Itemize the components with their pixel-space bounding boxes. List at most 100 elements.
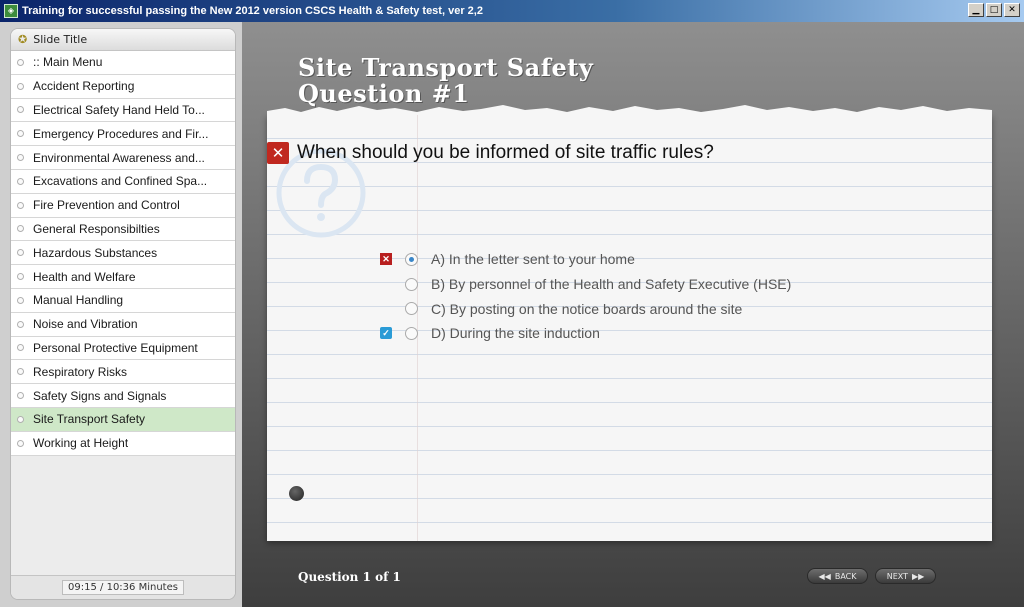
- sidebar-item[interactable]: Manual Handling: [11, 288, 235, 313]
- correct-check-icon: ✓: [380, 326, 392, 339]
- sidebar-item[interactable]: Emergency Procedures and Fir...: [11, 122, 235, 147]
- slide-title: Site Transport Safety Question #1: [298, 55, 593, 107]
- minimize-icon[interactable]: ▁: [968, 3, 984, 17]
- answer-option[interactable]: C) By posting on the notice boards aroun…: [380, 296, 791, 321]
- sidebar-header-label: Slide Title: [33, 33, 88, 46]
- sidebar-item-label: Manual Handling: [33, 293, 124, 308]
- sidebar: ✪ Slide Title :: Main Menu Accident Repo…: [10, 28, 236, 600]
- bullet-icon: [17, 130, 24, 138]
- question-counter: Question 1 of 1: [298, 570, 401, 584]
- bullet-icon: [17, 273, 24, 281]
- answer-mark: [380, 302, 393, 315]
- sidebar-item-label: Fire Prevention and Control: [33, 198, 180, 213]
- sidebar-item[interactable]: Excavations and Confined Spa...: [11, 169, 235, 194]
- notepaper: ✕ When should you be informed of site tr…: [267, 105, 992, 541]
- maximize-icon[interactable]: □: [986, 3, 1002, 17]
- sidebar-item[interactable]: Working at Height: [11, 431, 235, 456]
- bullet-icon: [17, 58, 24, 66]
- bullet-icon: [17, 415, 24, 423]
- slide-stage: Site Transport Safety Question #1 ✕ When…: [242, 22, 1024, 607]
- answer-option[interactable]: ✓ D) During the site induction: [380, 321, 791, 346]
- sidebar-item[interactable]: Personal Protective Equipment: [11, 336, 235, 361]
- radio-button[interactable]: [405, 277, 418, 291]
- bullet-icon: [17, 296, 24, 304]
- sidebar-item[interactable]: Noise and Vibration: [11, 312, 235, 337]
- sidebar-item-label: Site Transport Safety: [33, 412, 146, 427]
- sidebar-item-label: General Responsibilties: [33, 221, 160, 236]
- answer-option[interactable]: ✕ A) In the letter sent to your home: [380, 247, 791, 272]
- answer-label: C) By posting on the notice boards aroun…: [431, 300, 743, 317]
- sidebar-footer: 09:15 / 10:36 Minutes: [11, 575, 235, 599]
- sidebar-item-label: Environmental Awareness and...: [33, 150, 205, 165]
- sidebar-item-label: Electrical Safety Hand Held To...: [33, 102, 205, 117]
- sidebar-item-label: Personal Protective Equipment: [33, 340, 198, 355]
- sidebar-item[interactable]: Hazardous Substances: [11, 241, 235, 266]
- window-title: Training for successful passing the New …: [22, 5, 483, 17]
- wrong-mark-icon: ✕: [380, 252, 392, 265]
- close-icon[interactable]: ✕: [1004, 3, 1020, 17]
- back-button[interactable]: ◀◀ BACK: [807, 568, 868, 584]
- slide-title-topic: Site Transport Safety: [298, 53, 594, 82]
- bullet-icon: [17, 392, 24, 400]
- answer-list: ✕ A) In the letter sent to your home B) …: [380, 247, 791, 346]
- sidebar-item[interactable]: :: Main Menu: [11, 51, 235, 75]
- sidebar-item[interactable]: Accident Reporting: [11, 74, 235, 99]
- sidebar-item-label: Respiratory Risks: [33, 364, 128, 379]
- audio-indicator-icon: [289, 486, 304, 501]
- bullet-icon: [17, 82, 24, 90]
- sidebar-item-label: Hazardous Substances: [33, 245, 158, 260]
- sidebar-item[interactable]: General Responsibilties: [11, 217, 235, 242]
- sidebar-item-label: Accident Reporting: [33, 79, 135, 94]
- app-frame: ✪ Slide Title :: Main Menu Accident Repo…: [0, 22, 1024, 607]
- sidebar-item[interactable]: Electrical Safety Hand Held To...: [11, 98, 235, 123]
- answer-label: D) During the site induction: [431, 325, 600, 342]
- answer-mark: ✓: [380, 326, 393, 340]
- window-titlebar: ◈ Training for successful passing the Ne…: [0, 0, 1024, 22]
- radio-button[interactable]: [405, 302, 418, 316]
- sidebar-item-label: Working at Height: [33, 436, 129, 451]
- bullet-icon: [17, 225, 24, 233]
- elapsed-timer: 09:15 / 10:36 Minutes: [62, 580, 184, 595]
- bullet-icon: [17, 201, 24, 209]
- app-icon: ◈: [4, 4, 18, 18]
- sidebar-item-active[interactable]: Site Transport Safety: [11, 407, 235, 432]
- radio-button[interactable]: [405, 326, 418, 340]
- bullet-icon: [17, 249, 24, 257]
- sidebar-header: ✪ Slide Title: [11, 29, 235, 51]
- sidebar-item[interactable]: Respiratory Risks: [11, 360, 235, 385]
- incorrect-result-icon: ✕: [267, 142, 289, 164]
- answer-mark: [380, 278, 393, 291]
- fast-forward-icon: ▶▶: [911, 571, 925, 581]
- sidebar-item[interactable]: Safety Signs and Signals: [11, 384, 235, 408]
- sidebar-item-label: Emergency Procedures and Fir...: [33, 126, 209, 141]
- sidebar-item-label: Excavations and Confined Spa...: [33, 174, 208, 189]
- bullet-icon: [17, 439, 24, 447]
- bullet-icon: [17, 177, 24, 185]
- bullet-icon: [17, 106, 24, 114]
- sidebar-item[interactable]: Fire Prevention and Control: [11, 193, 235, 218]
- sidebar-item-label: Noise and Vibration: [33, 317, 138, 332]
- sidebar-item-label: Safety Signs and Signals: [33, 388, 167, 403]
- torn-edge-icon: [267, 105, 992, 117]
- next-button[interactable]: NEXT ▶▶: [875, 568, 936, 584]
- sidebar-item[interactable]: Environmental Awareness and...: [11, 146, 235, 170]
- bullet-icon: [17, 344, 24, 352]
- slide-menu: :: Main Menu Accident Reporting Electric…: [11, 51, 235, 456]
- rewind-icon: ◀◀: [818, 571, 831, 581]
- bullet-icon: [17, 154, 24, 162]
- star-icon: ✪: [18, 33, 28, 46]
- answer-label: A) In the letter sent to your home: [431, 251, 635, 268]
- window-controls: ▁ □ ✕: [968, 3, 1020, 17]
- bullet-icon: [17, 320, 24, 328]
- question-row: ✕ When should you be informed of site tr…: [267, 142, 714, 164]
- next-label: NEXT: [886, 571, 908, 581]
- sidebar-item[interactable]: Health and Welfare: [11, 265, 235, 289]
- answer-label: B) By personnel of the Health and Safety…: [431, 276, 792, 293]
- sidebar-item-label: :: Main Menu: [33, 55, 103, 70]
- back-label: BACK: [834, 571, 857, 581]
- radio-button[interactable]: [405, 252, 418, 266]
- answer-option[interactable]: B) By personnel of the Health and Safety…: [380, 272, 791, 297]
- answer-mark: ✕: [380, 252, 393, 266]
- bullet-icon: [17, 368, 24, 376]
- sidebar-item-label: Health and Welfare: [33, 269, 136, 284]
